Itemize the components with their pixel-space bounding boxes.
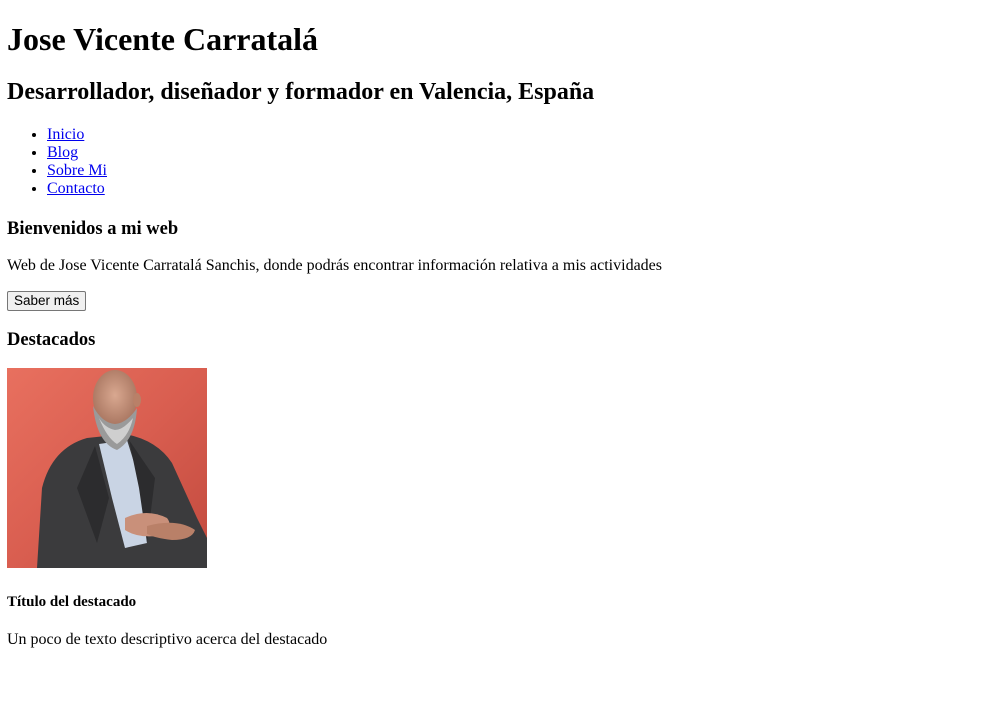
page: Jose Vicente Carratalá Desarrollador, di… — [0, 21, 1006, 649]
site-subtitle: Desarrollador, diseñador y formador en V… — [7, 79, 595, 105]
featured-item-description: Un poco de texto descriptivo acerca del … — [7, 631, 328, 648]
welcome-text: Web de Jose Vicente Carratalá Sanchis, d… — [7, 257, 662, 274]
saber-mas-button[interactable]: Saber más — [7, 291, 87, 311]
featured-heading: Destacados — [7, 330, 96, 350]
nav-link-sobre-mi[interactable]: Sobre Mi — [47, 162, 107, 179]
welcome-heading: Bienvenidos a mi web — [7, 219, 179, 239]
nav-link-inicio[interactable]: Inicio — [47, 126, 84, 143]
nav-link-blog[interactable]: Blog — [47, 144, 78, 161]
nav-item-contacto: Contacto — [47, 180, 999, 198]
featured-item-title: Título del destacado — [7, 594, 137, 610]
site-title: Jose Vicente Carratalá — [7, 21, 319, 57]
nav-link-contacto[interactable]: Contacto — [47, 180, 105, 197]
featured-photo — [7, 368, 207, 568]
nav-item-blog: Blog — [47, 144, 999, 162]
main-nav: Inicio Blog Sobre Mi Contacto — [7, 126, 999, 198]
nav-item-inicio: Inicio — [47, 126, 999, 144]
nav-item-sobre-mi: Sobre Mi — [47, 162, 999, 180]
